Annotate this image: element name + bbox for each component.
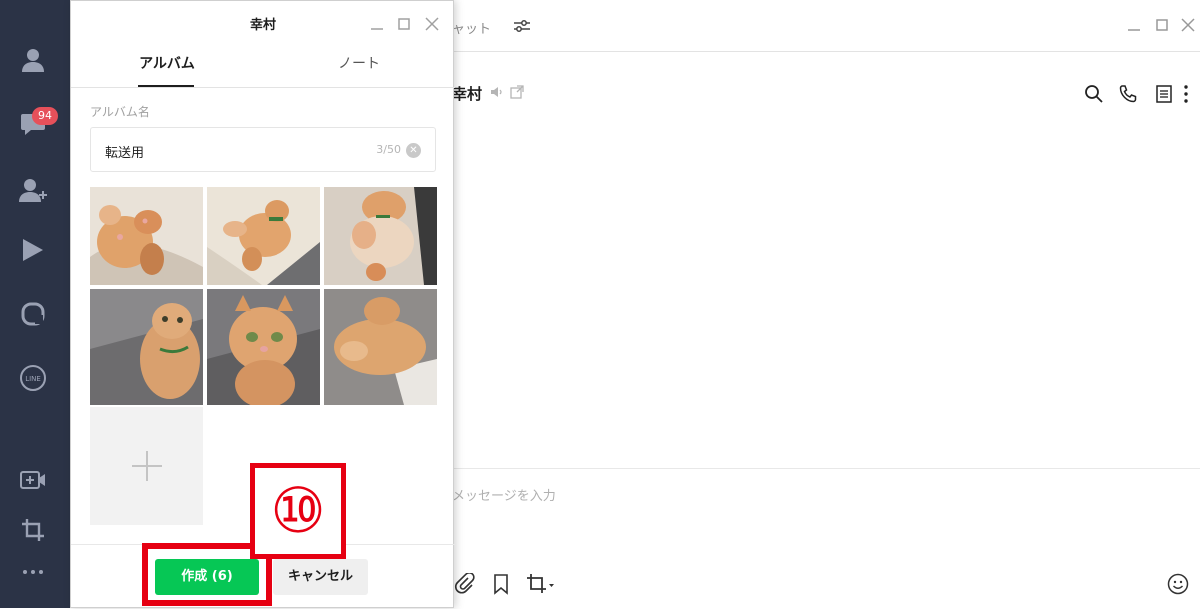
tab-album[interactable]: アルバム (71, 43, 263, 88)
left-navigation-rail: 94 LINE (0, 0, 70, 608)
tab-note[interactable]: ノート (263, 43, 455, 88)
emoji-icon[interactable] (1167, 573, 1189, 595)
external-window-icon[interactable] (510, 85, 524, 99)
album-name-input[interactable]: 転送用 3/50 ✕ (90, 127, 436, 172)
square-app-icon[interactable] (17, 298, 49, 330)
dialog-minimize-icon[interactable] (369, 16, 385, 32)
filter-icon[interactable] (512, 16, 532, 40)
step-number: ⑩ (270, 474, 326, 547)
unread-badge: 94 (32, 107, 58, 125)
video-call-icon[interactable] (17, 464, 49, 496)
step-number-marker: ⑩ (250, 463, 346, 559)
phone-icon[interactable] (1118, 84, 1138, 104)
line-icon[interactable]: LINE (17, 362, 49, 394)
chat-tab-label[interactable]: ャット (452, 18, 491, 37)
photo-thumbnail[interactable] (207, 187, 320, 285)
dialog-tabs: アルバム ノート (71, 43, 455, 88)
dialog-close-icon[interactable] (424, 16, 440, 32)
character-count: 3/50 (376, 143, 401, 156)
photo-thumbnail[interactable] (324, 187, 437, 285)
album-name-value[interactable]: 転送用 (105, 142, 144, 161)
mute-icon[interactable] (490, 85, 504, 99)
chat-title-icons (490, 85, 524, 99)
paperclip-icon[interactable] (454, 571, 476, 595)
chat-room-title: 幸村 (452, 85, 483, 103)
photo-thumbnail[interactable] (324, 289, 437, 405)
close-icon[interactable] (1180, 17, 1196, 33)
clear-input-icon[interactable]: ✕ (406, 143, 421, 158)
svg-text:LINE: LINE (25, 375, 41, 383)
active-tab-indicator (138, 85, 194, 87)
notes-icon[interactable] (1154, 84, 1174, 104)
kebab-menu-icon[interactable] (1182, 84, 1200, 104)
more-icon[interactable] (17, 556, 49, 588)
photo-thumbnail[interactable] (90, 187, 203, 285)
minimize-icon[interactable] (1126, 17, 1142, 33)
profile-icon[interactable] (17, 44, 49, 76)
cancel-button[interactable]: キャンセル (273, 559, 368, 595)
screenshot-crop-icon[interactable] (526, 573, 554, 595)
album-name-label: アルバム名 (90, 105, 150, 119)
maximize-icon[interactable] (1154, 17, 1170, 33)
photo-thumbnail[interactable] (207, 289, 320, 405)
dialog-maximize-icon[interactable] (396, 16, 412, 32)
bookmark-icon[interactable] (490, 573, 512, 595)
play-icon[interactable] (17, 234, 49, 266)
crop-icon[interactable] (17, 514, 49, 546)
search-icon[interactable] (1084, 84, 1104, 104)
add-friend-icon[interactable] (17, 174, 49, 206)
add-photo-tile[interactable] (90, 407, 203, 525)
message-input-placeholder[interactable]: メッセージを入力 (452, 485, 556, 504)
photo-thumbnail[interactable] (90, 289, 203, 405)
